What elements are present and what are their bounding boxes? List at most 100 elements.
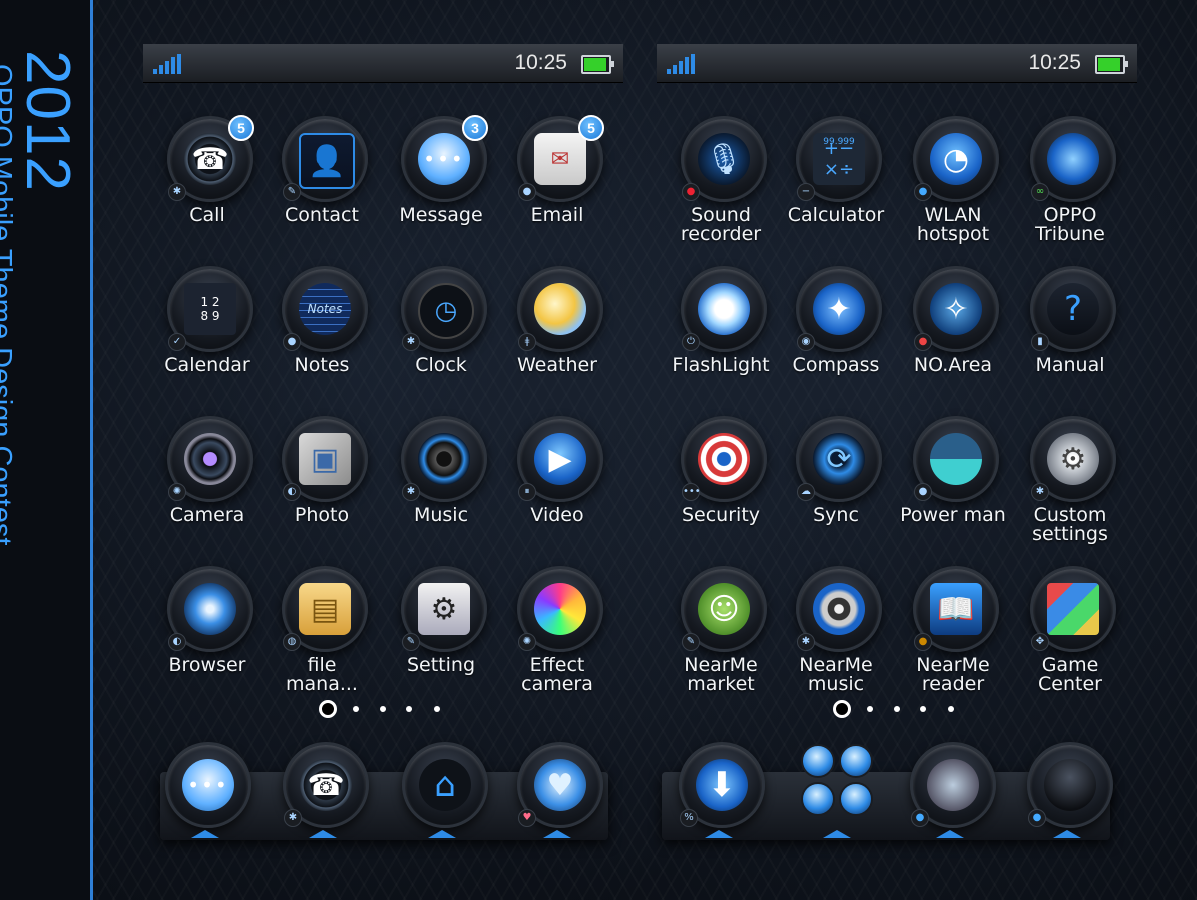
download-icon: ⬇% <box>679 742 765 828</box>
battery-jar-icon: ● <box>913 416 999 502</box>
app-clock[interactable]: ◷ ✱ Clock <box>381 260 501 400</box>
page-dot[interactable] <box>867 706 873 712</box>
app-contact[interactable]: 👤 ✎ Contact <box>262 110 382 250</box>
app-flashlight[interactable]: ⏻ FlashLight <box>661 260 781 400</box>
dock: ••• ☎ ✱ ⌂ ♥ ♥ <box>160 742 608 840</box>
app-camera[interactable]: ✺ Camera <box>147 410 267 550</box>
dock-home[interactable]: ⌂ <box>397 742 488 840</box>
app-video[interactable]: ▶ ⏸ Video <box>497 410 617 550</box>
app-grid-icon: ● <box>910 742 996 828</box>
app-weather[interactable]: ǂ Weather <box>497 260 617 400</box>
page-dot-active[interactable] <box>319 700 337 718</box>
call-icon: ☎ 5 ✱ <box>167 115 254 202</box>
dock-download[interactable]: ⬇% <box>674 742 765 840</box>
dock-arrow-icon <box>705 830 733 838</box>
vinyl-icon: ✱ <box>796 566 882 652</box>
app-oppo-tribune[interactable]: ∞ OPPO Tribune <box>1010 110 1130 250</box>
map-pin-icon: ✧ ● <box>913 266 999 352</box>
page-dot[interactable] <box>948 706 954 712</box>
dock-call[interactable]: ☎ ✱ <box>278 742 369 840</box>
app-no-area[interactable]: ✧ ● NO.Area <box>893 260 1013 400</box>
app-nearme-music[interactable]: ✱ NearMe music <box>776 560 896 700</box>
app-music[interactable]: ✱ Music <box>381 410 501 550</box>
status-time: 10:25 <box>1028 51 1081 74</box>
browser-icon: ◐ <box>167 566 253 652</box>
rotary-dial-icon: ☎ ✱ <box>283 742 369 828</box>
page-dot-active[interactable] <box>833 700 851 718</box>
page-dot[interactable] <box>353 706 359 712</box>
app-game-center[interactable]: ✥ Game Center <box>1010 560 1130 700</box>
heart-icon: ♥ ♥ <box>517 742 603 828</box>
dock-arrow-icon <box>936 830 964 838</box>
android-icon: ☺ ✎ <box>681 566 767 652</box>
app-label: Browser <box>168 654 246 676</box>
page-dot[interactable] <box>434 706 440 712</box>
page-dot[interactable] <box>920 706 926 712</box>
app-label: FlashLight <box>672 354 770 376</box>
signal-icon <box>667 54 697 74</box>
app-email[interactable]: ✉ 5 ● Email <box>497 110 617 250</box>
app-label: Message <box>399 204 483 226</box>
battery-icon <box>1095 55 1128 74</box>
compass-icon: ✦ ◉ <box>796 266 882 352</box>
reading-book-icon: 📖 ● <box>913 566 999 652</box>
app-compass[interactable]: ✦ ◉ Compass <box>776 260 896 400</box>
app-calendar[interactable]: 1 28 9 ✓ Calendar <box>147 260 267 400</box>
dock-arrow-icon <box>1053 830 1081 838</box>
calculator-display: 99.999 <box>823 137 855 147</box>
app-security[interactable]: ••• Security <box>661 410 781 550</box>
email-icon: ✉ 5 ● <box>517 115 604 202</box>
battery-icon <box>581 55 614 74</box>
dock-app-grid[interactable]: ● <box>905 742 996 840</box>
gears-icon: ⚙ ✱ <box>1030 416 1116 502</box>
app-setting[interactable]: ⚙ ✎ Setting <box>381 560 501 700</box>
app-message[interactable]: ••• 3 Message <box>381 110 501 250</box>
four-dots-icon <box>797 742 877 822</box>
question-book-icon: ? ▮ <box>1030 266 1116 352</box>
page-dot[interactable] <box>380 706 386 712</box>
calculator-icon: 99.999 +− ×÷ − <box>796 116 882 202</box>
app-label: Music <box>413 504 469 526</box>
contact-icon: 👤 ✎ <box>282 116 368 202</box>
dark-orb-icon: ● <box>1027 742 1113 828</box>
app-sound-recorder[interactable]: 🎙 ● Sound recorder <box>661 110 781 250</box>
sync-icon: ⟳ ☁ <box>796 416 882 502</box>
app-label: Sound recorder <box>680 204 762 245</box>
app-power-man[interactable]: ● Power man <box>893 410 1013 550</box>
app-label: Game Center <box>1038 654 1102 695</box>
page-dot[interactable] <box>894 706 900 712</box>
dock-favorites[interactable]: ♥ ♥ <box>512 742 603 840</box>
app-nearme-market[interactable]: ☺ ✎ NearMe market <box>661 560 781 700</box>
dock-orb[interactable]: ● <box>1022 742 1113 840</box>
app-label: Effect camera <box>521 654 593 695</box>
app-photo[interactable]: ▣ ◐ Photo <box>262 410 382 550</box>
app-file-manager[interactable]: ▤ ◍ file mana... <box>262 560 382 700</box>
banner-text: 2012 OPPO Mobile Theme Design Contest <box>0 50 82 850</box>
photo-icon: ▣ ◐ <box>282 416 368 502</box>
dock-arrow-icon <box>428 830 456 838</box>
dock-message[interactable]: ••• <box>160 742 251 840</box>
app-notes[interactable]: Notes ● Notes <box>262 260 382 400</box>
app-custom-settings[interactable]: ⚙ ✱ Custom settings <box>1010 410 1130 550</box>
speech-bubble-icon: ••• <box>165 742 251 828</box>
dock-app-drawer[interactable] <box>792 742 882 840</box>
video-icon: ▶ ⏸ <box>517 416 603 502</box>
app-call[interactable]: ☎ 5 ✱ Call <box>147 110 267 250</box>
app-effect-camera[interactable]: ✺ Effect camera <box>497 560 617 700</box>
dock-arrow-icon <box>309 830 337 838</box>
app-label: Clock <box>415 354 467 376</box>
app-wlan-hotspot[interactable]: ◔ ● WLAN hotspot <box>893 110 1013 250</box>
app-sync[interactable]: ⟳ ☁ Sync <box>776 410 896 550</box>
app-label: Call <box>189 204 225 226</box>
app-label: OPPO Tribune <box>1035 204 1105 245</box>
page-dot[interactable] <box>406 706 412 712</box>
app-calculator[interactable]: 99.999 +− ×÷ − Calculator <box>776 110 896 250</box>
app-browser[interactable]: ◐ Browser <box>147 560 267 700</box>
app-label: Email <box>530 204 584 226</box>
app-label: Power man <box>900 504 1006 526</box>
app-label: Camera <box>169 504 245 526</box>
app-nearme-reader[interactable]: 📖 ● NearMe reader <box>893 560 1013 700</box>
app-label: Calculator <box>787 204 885 226</box>
app-label: Video <box>530 504 584 526</box>
app-manual[interactable]: ? ▮ Manual <box>1010 260 1130 400</box>
